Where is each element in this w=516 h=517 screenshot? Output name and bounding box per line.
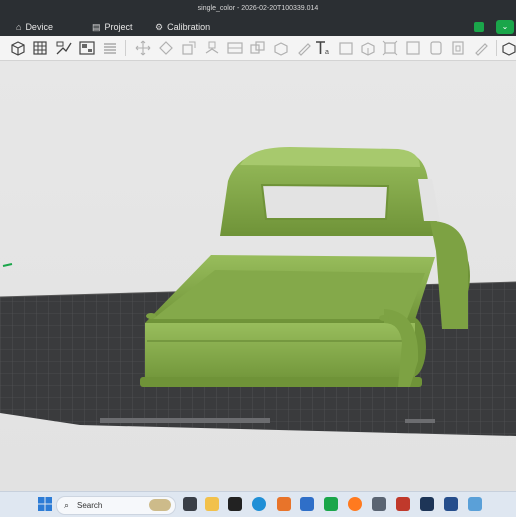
boolean-tool-button[interactable] — [249, 39, 267, 57]
text-icon: a — [316, 41, 329, 56]
bambu-studio-icon[interactable] — [324, 497, 338, 511]
scale-icon — [182, 41, 196, 55]
mesh-boolean-button[interactable] — [272, 39, 290, 57]
menu-bar: ⌂ Device ▤ Project ⚙ Calibration ⌄ — [0, 18, 516, 36]
tail-light-right — [379, 315, 389, 321]
device-tab-label: Device — [25, 22, 53, 32]
search-highlight-image — [149, 499, 171, 511]
add-plate-button[interactable] — [32, 39, 50, 57]
grid-plus-icon — [33, 41, 47, 55]
cube-outline-icon — [502, 42, 516, 56]
slice-status-icon[interactable] — [474, 22, 484, 32]
split-objects-button[interactable] — [101, 39, 119, 57]
arrange-button[interactable] — [78, 39, 96, 57]
app-light-blue-icon[interactable] — [468, 497, 482, 511]
project-icon: ▤ — [92, 21, 101, 32]
app-icon[interactable] — [228, 497, 242, 511]
windows-start-icon — [38, 497, 52, 511]
more-tools-button[interactable] — [500, 39, 516, 57]
svg-text:a: a — [325, 49, 329, 56]
truck-roof — [240, 147, 420, 167]
window-title: single_color - 2026-02-20T100339.014 — [197, 5, 319, 12]
pencil-icon — [475, 43, 488, 56]
cut-tool-button[interactable] — [226, 39, 244, 57]
move-icon — [135, 40, 151, 56]
rotate-icon — [159, 41, 173, 55]
cube-icon — [274, 42, 288, 56]
face-icon — [205, 41, 219, 54]
layers-icon — [104, 43, 116, 54]
app-navy-icon[interactable] — [444, 497, 458, 511]
home-icon: ⌂ — [16, 22, 22, 32]
pencil-tool-button[interactable] — [472, 39, 490, 57]
app-blue-icon[interactable] — [300, 497, 314, 511]
variable-layer-button[interactable] — [404, 39, 422, 57]
seam-paint-button[interactable] — [337, 39, 355, 57]
search-placeholder: Search — [77, 501, 103, 510]
3d-viewport[interactable] — [0, 61, 516, 491]
add-object-button[interactable] — [9, 39, 27, 57]
calibration-tab-label: Calibration — [167, 22, 211, 32]
rotate-tool-button[interactable] — [157, 39, 175, 57]
text-tool-button[interactable]: a — [314, 39, 332, 57]
file-explorer-icon[interactable] — [205, 497, 219, 511]
search-icon: ⌕ — [64, 500, 70, 510]
auto-orient-button[interactable] — [55, 39, 73, 57]
page-icon — [430, 41, 442, 55]
slice-dropdown-button[interactable]: ⌄ — [496, 20, 514, 34]
project-tab-label: Project — [104, 22, 133, 32]
rear-window — [260, 183, 390, 220]
task-view-button[interactable] — [183, 497, 197, 511]
cut-icon — [227, 42, 243, 54]
app-dark-icon[interactable] — [420, 497, 434, 511]
move-tool-button[interactable] — [134, 39, 152, 57]
scale-tool-button[interactable] — [180, 39, 198, 57]
edge-icon[interactable] — [252, 497, 266, 511]
taskbar-search-box[interactable]: ⌕ Search — [56, 496, 176, 515]
origin-axis-marker — [2, 263, 13, 267]
brush-icon — [298, 43, 311, 56]
calculator-icon[interactable] — [372, 497, 386, 511]
toolbar-divider — [496, 40, 497, 56]
arrange-icon — [79, 41, 95, 55]
firefox-icon[interactable] — [348, 497, 362, 511]
orient-icon — [56, 41, 72, 55]
paint-support-button[interactable] — [295, 39, 313, 57]
title-bar: single_color - 2026-02-20T100339.014 — [0, 0, 516, 18]
plate-label-strip — [100, 418, 270, 423]
tail-light-left — [146, 313, 156, 319]
app-orange-icon[interactable] — [277, 497, 291, 511]
scene-render — [0, 147, 516, 436]
calibration-tab[interactable]: ⚙ Calibration — [155, 21, 210, 33]
os-taskbar: ⌕ Search — [0, 491, 516, 517]
windows-start-button[interactable] — [38, 497, 52, 511]
assembly-button[interactable] — [381, 39, 399, 57]
chevron-down-icon: ⌄ — [501, 22, 509, 31]
toolbar: a — [0, 36, 516, 61]
measure-cube-icon — [361, 42, 375, 56]
boolean-icon — [250, 41, 265, 54]
square-icon — [406, 41, 420, 55]
seam-icon — [339, 42, 353, 55]
add-cube-icon — [11, 41, 25, 56]
tailgate — [145, 323, 415, 385]
document-icon — [452, 41, 464, 55]
calibration-icon: ⚙ — [155, 21, 164, 32]
plate-corner-mark — [405, 419, 435, 423]
bumper — [140, 377, 422, 387]
project-tab[interactable]: ▤ Project — [92, 21, 133, 33]
toolbar-divider — [125, 40, 126, 56]
app-red-icon[interactable] — [396, 497, 410, 511]
color-painting-button[interactable] — [427, 39, 445, 57]
device-tab[interactable]: ⌂ Device — [16, 21, 53, 33]
measure-button[interactable] — [359, 39, 377, 57]
hollow-button[interactable] — [449, 39, 467, 57]
lay-on-face-button[interactable] — [203, 39, 221, 57]
assembly-icon — [382, 40, 398, 56]
